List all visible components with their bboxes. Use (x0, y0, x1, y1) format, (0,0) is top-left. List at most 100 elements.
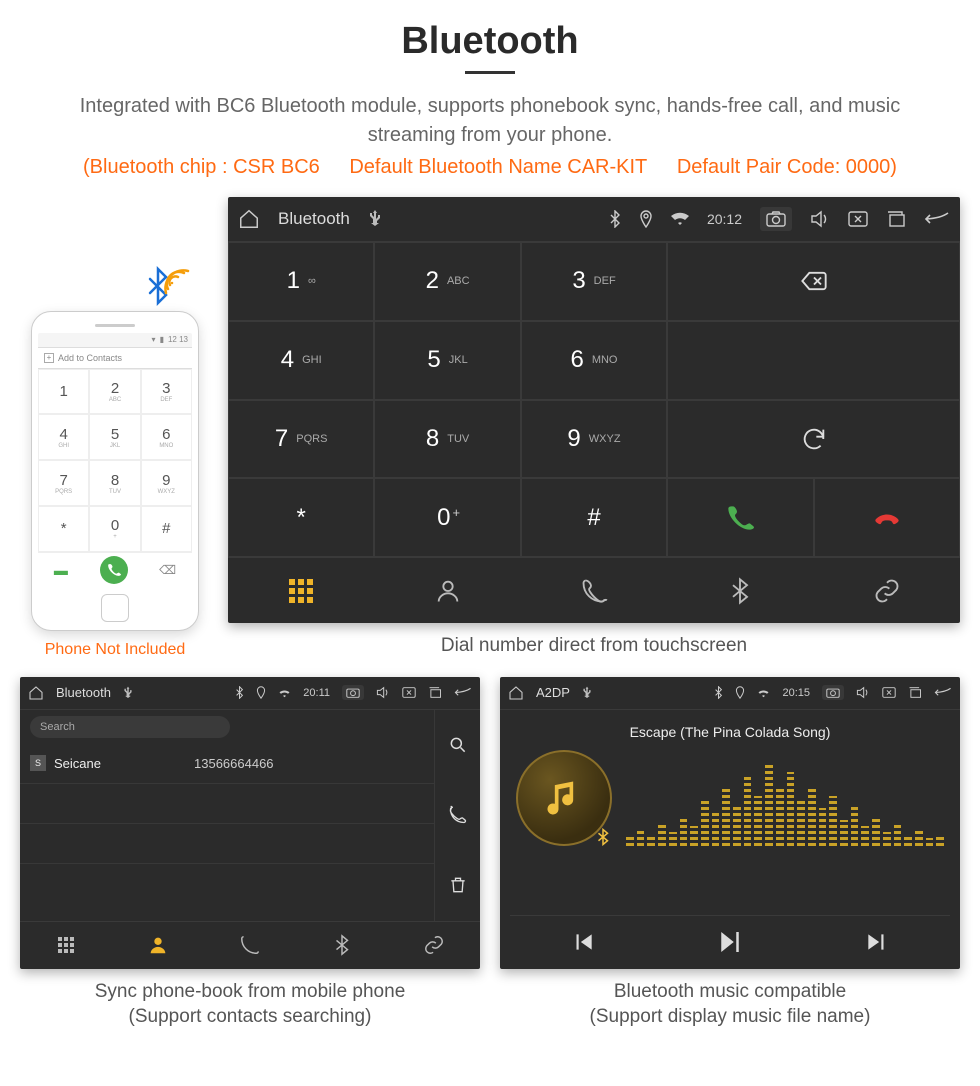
music-caption: Bluetooth music compatible (Support disp… (500, 979, 960, 1030)
key-6[interactable]: 6MNO (521, 321, 667, 400)
phone-statusbar: ▾▮12 13 (38, 333, 192, 347)
next-button[interactable] (864, 929, 890, 955)
back-icon[interactable] (924, 211, 950, 227)
key-*[interactable]: * (228, 478, 374, 557)
phone-key-9[interactable]: 9WXYZ (141, 460, 192, 506)
home-icon[interactable] (28, 685, 44, 701)
music-title: A2DP (536, 685, 570, 700)
phone-key-0[interactable]: 0+ (89, 506, 140, 552)
phone-key-*[interactable]: * (38, 506, 89, 552)
bluetooth-wifi-icon (144, 265, 190, 307)
location-icon (735, 686, 745, 699)
empty-cell (667, 321, 960, 400)
key-5[interactable]: 5JKL (374, 321, 520, 400)
phone-key-3[interactable]: 3DEF (141, 369, 192, 415)
phone-key-1[interactable]: 1 (38, 369, 89, 415)
bluetooth-icon (726, 577, 754, 605)
phone-key-#[interactable]: # (141, 506, 192, 552)
phone-add-contacts[interactable]: + Add to Contacts (38, 347, 192, 369)
home-icon[interactable] (238, 208, 260, 230)
camera-icon[interactable] (822, 685, 844, 700)
dialer-bottom-nav (228, 557, 960, 623)
hangup-button[interactable] (814, 478, 960, 557)
nav-link[interactable] (814, 558, 960, 623)
key-1[interactable]: 1∞ (228, 242, 374, 321)
phone-key-8[interactable]: 8TUV (89, 460, 140, 506)
key-0[interactable]: 0+ (374, 478, 520, 557)
key-8[interactable]: 8TUV (374, 400, 520, 479)
nav-call-log[interactable] (204, 922, 296, 969)
spec-line: (Bluetooth chip : CSR BC6 Default Blueto… (20, 156, 960, 179)
music-panel: A2DP 20:15 Escape (The Pina Colada Song) (500, 677, 960, 969)
recents-icon[interactable] (428, 687, 442, 698)
key-3[interactable]: 3DEF (521, 242, 667, 321)
home-icon[interactable] (508, 685, 524, 701)
nav-keypad[interactable] (20, 922, 112, 969)
key-2[interactable]: 2ABC (374, 242, 520, 321)
location-icon (639, 210, 653, 228)
side-call-icon[interactable] (448, 780, 468, 850)
contact-row-empty (20, 864, 434, 904)
nav-contacts[interactable] (112, 922, 204, 969)
dialer-statusbar: Bluetooth 20:12 (228, 197, 960, 241)
nav-bluetooth[interactable] (667, 558, 813, 623)
status-time: 20:15 (782, 687, 810, 699)
play-pause-button[interactable] (715, 927, 745, 957)
key-7[interactable]: 7PQRS (228, 400, 374, 479)
backspace-button[interactable] (667, 242, 960, 321)
phonebook-title: Bluetooth (56, 685, 111, 700)
close-app-icon[interactable] (882, 687, 896, 698)
phone-call-button[interactable] (100, 556, 128, 584)
visualizer (626, 756, 944, 846)
redial-button[interactable] (667, 400, 960, 479)
music-note-icon (542, 776, 586, 820)
side-search-icon[interactable] (448, 710, 468, 780)
phone-key-7[interactable]: 7PQRS (38, 460, 89, 506)
recents-icon[interactable] (886, 211, 906, 227)
contact-row[interactable]: SSeicane13566664466 (20, 744, 434, 784)
recents-icon[interactable] (908, 687, 922, 698)
spec-name: Default Bluetooth Name CAR-KIT (349, 156, 647, 178)
person-icon (434, 577, 462, 605)
key-4[interactable]: 4GHI (228, 321, 374, 400)
phone-key-5[interactable]: 5JKL (89, 414, 140, 460)
search-input[interactable]: Search (30, 716, 230, 738)
title-underline (465, 71, 515, 74)
phone-keypad[interactable]: 12ABC3DEF 4GHI5JKL6MNO 7PQRS8TUV9WXYZ *0+# (38, 369, 192, 552)
usb-icon (123, 686, 133, 700)
side-delete-icon[interactable] (448, 850, 468, 920)
phone-key-4[interactable]: 4GHI (38, 414, 89, 460)
camera-icon[interactable] (342, 685, 364, 700)
spec-code: Default Pair Code: 0000) (677, 156, 897, 178)
prev-button[interactable] (570, 929, 596, 955)
usb-icon (368, 210, 382, 228)
phone-sms-icon[interactable]: ▬ (54, 562, 68, 578)
back-icon[interactable] (454, 687, 472, 698)
nav-contacts[interactable] (374, 558, 520, 623)
volume-icon[interactable] (856, 686, 870, 699)
key-9[interactable]: 9WXYZ (521, 400, 667, 479)
back-icon[interactable] (934, 687, 952, 698)
key-#[interactable]: # (521, 478, 667, 557)
volume-icon[interactable] (376, 686, 390, 699)
close-app-icon[interactable] (848, 211, 868, 227)
phone-key-2[interactable]: 2ABC (89, 369, 140, 415)
dialer-panel: Bluetooth 20:12 (228, 197, 960, 623)
link-icon (423, 934, 445, 956)
call-button[interactable] (667, 478, 813, 557)
nav-link[interactable] (388, 922, 480, 969)
contact-row-empty (20, 824, 434, 864)
nav-keypad[interactable] (228, 558, 374, 623)
bluetooth-icon (235, 686, 244, 699)
phone-home-button[interactable] (101, 594, 129, 622)
phone-key-6[interactable]: 6MNO (141, 414, 192, 460)
page-subtitle: Integrated with BC6 Bluetooth module, su… (20, 92, 960, 150)
volume-icon[interactable] (810, 210, 830, 228)
close-app-icon[interactable] (402, 687, 416, 698)
nav-call-log[interactable] (521, 558, 667, 623)
nav-bluetooth[interactable] (296, 922, 388, 969)
phone-backspace-icon[interactable]: ⌫ (159, 563, 176, 577)
camera-icon[interactable] (760, 207, 792, 231)
keypad-icon (289, 579, 313, 603)
track-title: Escape (The Pina Colada Song) (630, 724, 831, 740)
